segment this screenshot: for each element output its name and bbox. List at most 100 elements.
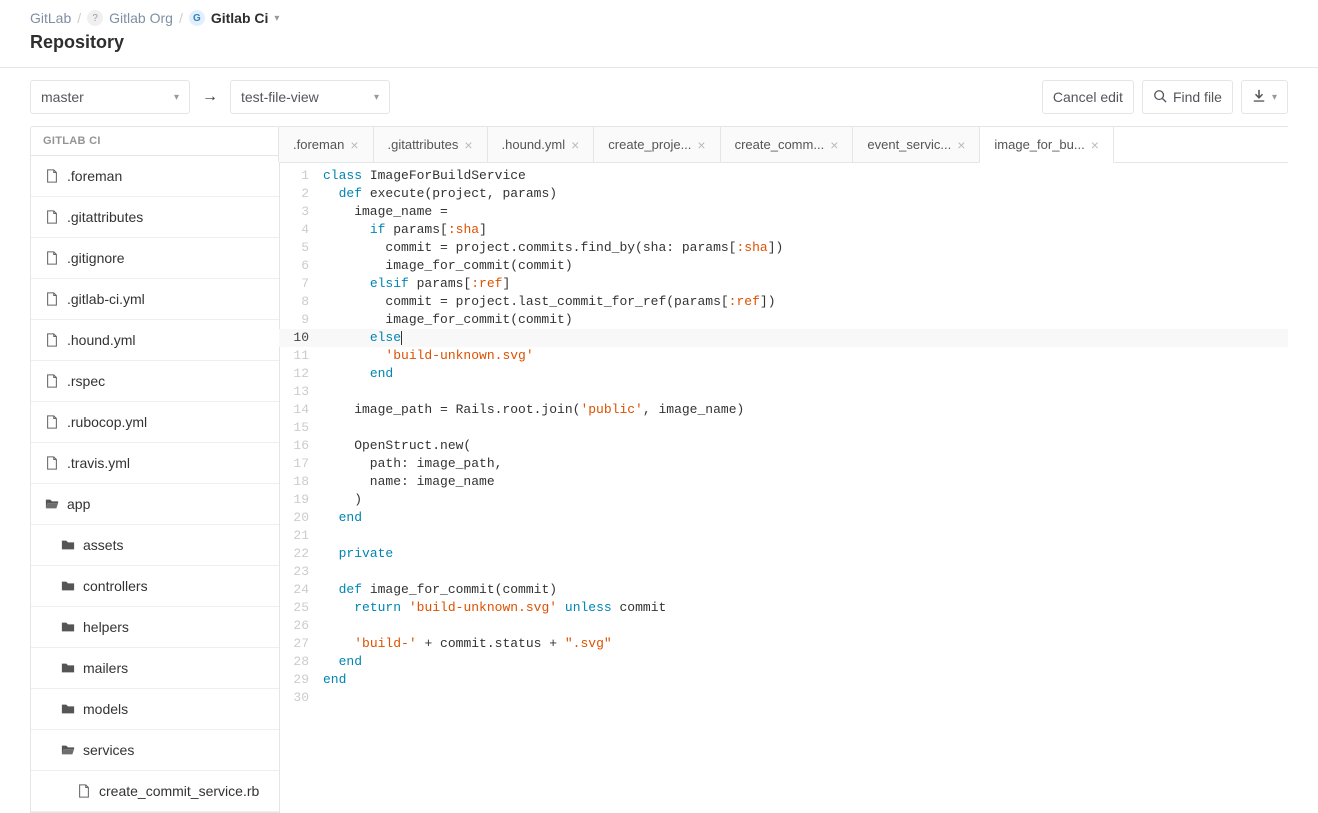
tree-file[interactable]: .gitignore [31, 238, 279, 279]
code-line[interactable]: 16 OpenStruct.new( [279, 437, 1288, 455]
code-line[interactable]: 4 if params[:sha] [279, 221, 1288, 239]
code-text: end [319, 365, 393, 383]
breadcrumb-project[interactable]: Gitlab Ci [211, 10, 269, 26]
close-icon[interactable]: × [1091, 138, 1099, 152]
tree-file[interactable]: .gitlab-ci.yml [31, 279, 279, 320]
toolbar: master ▾ → test-file-view ▾ Cancel edit … [0, 68, 1318, 126]
code-text: image_for_commit(commit) [319, 257, 573, 275]
code-line[interactable]: 28 end [279, 653, 1288, 671]
code-line[interactable]: 11 'build-unknown.svg' [279, 347, 1288, 365]
breadcrumb-root[interactable]: GitLab [30, 10, 71, 26]
code-text: image_for_commit(commit) [319, 311, 573, 329]
cancel-edit-button[interactable]: Cancel edit [1042, 80, 1134, 114]
file-icon [45, 333, 59, 347]
tree-file[interactable]: .travis.yml [31, 443, 279, 484]
main: GITLAB CI .foreman.gitattributes.gitigno… [0, 126, 1318, 813]
line-number: 11 [279, 347, 319, 365]
code-line[interactable]: 7 elsif params[:ref] [279, 275, 1288, 293]
editor-tab[interactable]: create_comm...× [720, 127, 854, 162]
code-line[interactable]: 18 name: image_name [279, 473, 1288, 491]
tree-folder[interactable]: services [31, 730, 279, 771]
line-number: 19 [279, 491, 319, 509]
file-tree-sidebar: GITLAB CI .foreman.gitattributes.gitigno… [30, 126, 280, 813]
close-icon[interactable]: × [957, 138, 965, 152]
tree-file[interactable]: .hound.yml [31, 320, 279, 361]
file-dropdown[interactable]: test-file-view ▾ [230, 80, 390, 114]
code-text: name: image_name [319, 473, 495, 491]
close-icon[interactable]: × [464, 138, 472, 152]
editor-tab[interactable]: event_servic... × [852, 127, 980, 162]
folder-icon [61, 579, 75, 593]
tree-folder[interactable]: assets [31, 525, 279, 566]
folder-icon [61, 661, 75, 675]
find-file-button[interactable]: Find file [1142, 80, 1233, 114]
tab-label: event_servic... [867, 137, 951, 152]
code-line[interactable]: 22 private [279, 545, 1288, 563]
code-line[interactable]: 27 'build-' + commit.status + ".svg" [279, 635, 1288, 653]
editor-tabs: .foreman×.gitattributes×.hound.yml×creat… [279, 127, 1288, 163]
code-line[interactable]: 9 image_for_commit(commit) [279, 311, 1288, 329]
code-text: end [319, 671, 346, 689]
code-line[interactable]: 26 [279, 617, 1288, 635]
code-line[interactable]: 30 [279, 689, 1288, 707]
editor-tab[interactable]: create_proje...× [593, 127, 720, 162]
breadcrumb-org[interactable]: Gitlab Org [109, 10, 173, 26]
close-icon[interactable]: × [830, 138, 838, 152]
tree-file[interactable]: .rspec [31, 361, 279, 402]
branch-dropdown[interactable]: master ▾ [30, 80, 190, 114]
tree-item-label: .hound.yml [67, 332, 135, 348]
project-icon: G [189, 10, 205, 26]
tree-folder[interactable]: helpers [31, 607, 279, 648]
tree-folder[interactable]: app [31, 484, 279, 525]
tree-file[interactable]: .gitattributes [31, 197, 279, 238]
close-icon[interactable]: × [350, 138, 358, 152]
code-line[interactable]: 21 [279, 527, 1288, 545]
tree-folder[interactable]: mailers [31, 648, 279, 689]
code-line[interactable]: 5 commit = project.commits.find_by(sha: … [279, 239, 1288, 257]
code-line[interactable]: 25 return 'build-unknown.svg' unless com… [279, 599, 1288, 617]
tree-item-label: .rspec [67, 373, 105, 389]
line-number: 25 [279, 599, 319, 617]
code-line[interactable]: 14 image_path = Rails.root.join('public'… [279, 401, 1288, 419]
code-line[interactable]: 23 [279, 563, 1288, 581]
code-line[interactable]: 2 def execute(project, params) [279, 185, 1288, 203]
editor-tab[interactable]: .gitattributes× [373, 127, 488, 162]
code-line[interactable]: 19 ) [279, 491, 1288, 509]
code-line[interactable]: 20 end [279, 509, 1288, 527]
code-text: private [319, 545, 393, 563]
code-line[interactable]: 12 end [279, 365, 1288, 383]
close-icon[interactable]: × [697, 138, 705, 152]
tree-file[interactable]: .rubocop.yml [31, 402, 279, 443]
code-editor[interactable]: 1class ImageForBuildService2 def execute… [279, 163, 1288, 711]
tree-folder[interactable]: controllers [31, 566, 279, 607]
editor-area: .foreman×.gitattributes×.hound.yml×creat… [279, 126, 1288, 813]
tree-file[interactable]: .foreman [31, 156, 279, 197]
line-number: 13 [279, 383, 319, 401]
tree-file[interactable]: create_commit_service.rb [31, 771, 279, 812]
code-line[interactable]: 1class ImageForBuildService [279, 167, 1288, 185]
line-number: 18 [279, 473, 319, 491]
code-line[interactable]: 29end [279, 671, 1288, 689]
tree-item-label: helpers [83, 619, 129, 635]
code-text: OpenStruct.new( [319, 437, 471, 455]
code-line[interactable]: 10 else [279, 329, 1288, 347]
code-line[interactable]: 3 image_name = [279, 203, 1288, 221]
editor-tab[interactable]: .hound.yml× [487, 127, 595, 162]
code-text: def execute(project, params) [319, 185, 557, 203]
close-icon[interactable]: × [571, 138, 579, 152]
code-line[interactable]: 17 path: image_path, [279, 455, 1288, 473]
code-line[interactable]: 6 image_for_commit(commit) [279, 257, 1288, 275]
chevron-down-icon: ▾ [174, 92, 179, 103]
tree-folder[interactable]: models [31, 689, 279, 730]
code-line[interactable]: 13 [279, 383, 1288, 401]
code-line[interactable]: 15 [279, 419, 1288, 437]
download-dropdown-button[interactable]: ▾ [1241, 80, 1288, 114]
org-icon: ? [87, 10, 103, 26]
code-text [319, 617, 323, 635]
editor-tab[interactable]: .foreman× [278, 127, 374, 162]
chevron-down-icon[interactable]: ▾ [274, 13, 279, 24]
code-text [319, 563, 323, 581]
code-line[interactable]: 8 commit = project.last_commit_for_ref(p… [279, 293, 1288, 311]
editor-tab[interactable]: image_for_bu...× [979, 127, 1114, 163]
code-line[interactable]: 24 def image_for_commit(commit) [279, 581, 1288, 599]
